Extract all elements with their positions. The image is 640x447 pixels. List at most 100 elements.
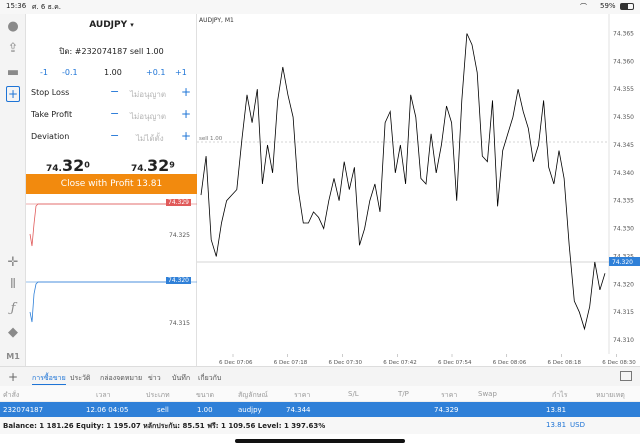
tab-journal[interactable]: บันทึก — [172, 373, 190, 384]
function-icon[interactable]: ƒ — [4, 300, 22, 318]
position-open-price: 74.344 — [286, 406, 311, 414]
position-profit: 13.81 — [546, 406, 567, 414]
col-current-price: ราคา — [441, 391, 458, 399]
symbol-name: AUDJPY — [89, 20, 128, 30]
vol-minus-0.1-button[interactable]: -0.1 — [62, 68, 78, 77]
symbol-selector[interactable]: AUDJPY ▾ — [26, 20, 197, 30]
current-price-label: 74.320 — [612, 259, 633, 266]
balance-bar: Balance: 1 181.26 Equity: 1 195.07 หลักป… — [0, 417, 640, 434]
share-icon[interactable]: ⇪ — [4, 40, 22, 58]
positions-header: คำสั่ง เวลา ประเภท ขนาด สัญลักษณ์ ราคา S… — [0, 386, 640, 402]
y-tick-label: 74.335 — [613, 198, 634, 205]
home-indicator — [235, 439, 405, 443]
tab-mailbox[interactable]: กล่องจดหมาย — [100, 373, 142, 384]
vol-plus-0.1-button[interactable]: +0.1 — [146, 68, 165, 77]
bid-trace — [29, 281, 166, 323]
deviation-minus-button[interactable]: − — [110, 129, 119, 142]
new-order-icon[interactable]: + — [6, 86, 20, 102]
order-level-label: sell 1.00 — [199, 136, 223, 142]
price-chart[interactable]: AUDJPY, M1 sell 1.00 74.365 74.360 74.355 7… — [197, 14, 640, 366]
position-size: 1.00 — [197, 406, 213, 414]
timeframe-button[interactable]: M1 — [4, 348, 22, 366]
volume-value[interactable]: 1.00 — [104, 68, 122, 77]
take-profit-value[interactable]: ไม่อนุญาต — [130, 110, 166, 123]
y-tick-label: 74.340 — [613, 170, 634, 177]
deviation-value[interactable]: ไม่ได้ตั้ง — [136, 132, 164, 145]
deviation-row: Deviation − ไม่ได้ตั้ง + — [26, 129, 197, 148]
ask-price: 74.329 — [131, 156, 175, 175]
stop-loss-value[interactable]: ไม่อนุญาต — [130, 88, 166, 101]
chart-title: AUDJPY, M1 — [199, 17, 234, 24]
order-panel: AUDJPY ▾ ปิด: #232074187 sell 1.00 -1 -0… — [26, 14, 197, 194]
y-tick-label: 74.365 — [613, 31, 634, 38]
wifi-icon: ⌒ — [580, 3, 587, 11]
take-profit-row: Take Profit − ไม่อนุญาต + — [26, 107, 197, 126]
take-profit-plus-button[interactable]: + — [181, 107, 191, 121]
col-price: ราคา — [294, 391, 311, 399]
col-time: เวลา — [96, 391, 111, 399]
position-current-price: 74.329 — [434, 406, 459, 414]
col-type: ประเภท — [146, 391, 170, 399]
y-tick-label: 74.360 — [613, 58, 634, 65]
candles-icon[interactable]: ⫴ — [4, 276, 22, 294]
chat-icon[interactable]: ▬ — [4, 64, 22, 82]
y-tick-label: 74.350 — [613, 114, 634, 121]
tab-news[interactable]: ข่าว — [148, 373, 161, 384]
position-ticket: 232074187 — [3, 406, 44, 414]
person-icon[interactable]: ● — [4, 18, 22, 36]
clock: 15:36 — [6, 2, 27, 10]
volume-row: -1 -0.1 1.00 +0.1 +1 — [26, 68, 197, 80]
bid-price-label: 74.320 — [166, 277, 191, 284]
tab-history[interactable]: ประวัติ — [70, 373, 90, 384]
y-tick-label: 74.345 — [613, 142, 634, 149]
position-type: sell — [157, 406, 169, 414]
y-tick-label: 74.310 — [613, 337, 634, 344]
tab-about[interactable]: เกี่ยวกับ — [198, 373, 221, 384]
col-swap: Swap — [478, 390, 497, 398]
battery-icon — [620, 3, 634, 10]
ask-trace — [29, 203, 166, 247]
stop-loss-plus-button[interactable]: + — [181, 85, 191, 99]
tick-label: 74.315 — [169, 320, 190, 327]
price-series-line — [200, 33, 606, 331]
take-profit-label: Take Profit — [31, 110, 73, 119]
position-row[interactable]: 232074187 12.06 04:05 sell 1.00 audjpy 7… — [0, 402, 640, 417]
col-tp: T/P — [398, 390, 409, 398]
status-bar: 15:36 ศ. 6 ธ.ค. ⌒ 59% — [0, 0, 640, 14]
add-button[interactable]: + — [8, 370, 18, 384]
crosshair-icon[interactable]: ✛ — [4, 254, 22, 272]
position-symbol: audjpy — [238, 406, 262, 414]
take-profit-minus-button[interactable]: − — [110, 107, 119, 120]
col-sl: S/L — [348, 390, 359, 398]
deviation-plus-button[interactable]: + — [181, 129, 191, 143]
col-order: คำสั่ง — [3, 391, 20, 399]
position-time: 12.06 04:05 — [86, 406, 129, 414]
chevron-down-icon: ▾ — [130, 21, 134, 29]
battery-text: 59% — [600, 2, 616, 10]
quote-row: 74.320 74.329 — [26, 150, 197, 175]
bid-price: 74.320 — [46, 156, 90, 175]
objects-icon[interactable]: ◆ — [4, 324, 22, 342]
left-toolbar: ● ⇪ ▬ + ✛ ⫴ ƒ ◆ M1 — [0, 14, 26, 366]
balance-summary: Balance: 1 181.26 Equity: 1 195.07 หลักป… — [3, 422, 326, 430]
ask-price-label: 74.329 — [166, 199, 191, 206]
y-tick-label: 74.330 — [613, 226, 634, 233]
order-title: ปิด: #232074187 sell 1.00 — [59, 47, 164, 56]
price-chart-svg: AUDJPY, M1 sell 1.00 74.365 74.360 74.355 7… — [197, 14, 640, 366]
stop-loss-minus-button[interactable]: − — [110, 85, 119, 98]
tick-chart: 74.329 74.325 74.320 74.315 — [26, 194, 197, 366]
stop-loss-label: Stop Loss — [31, 88, 70, 97]
stop-loss-row: Stop Loss − ไม่อนุญาต + — [26, 85, 197, 104]
deviation-label: Deviation — [31, 132, 70, 141]
y-tick-label: 74.355 — [613, 86, 634, 93]
layout-icon[interactable] — [620, 371, 632, 381]
y-tick-label: 74.315 — [613, 309, 634, 316]
tab-trade[interactable]: การซื้อขาย — [32, 373, 66, 385]
col-size: ขนาด — [196, 391, 215, 399]
balance-profit: 13.81 — [546, 421, 567, 429]
terminal-tabs: + การซื้อขาย ประวัติ กล่องจดหมาย ข่าว บั… — [0, 366, 640, 386]
close-with-profit-button[interactable]: Close with Profit 13.81 — [26, 174, 197, 194]
vol-plus-1-button[interactable]: +1 — [175, 68, 187, 77]
col-profit: กำไร — [552, 391, 568, 399]
vol-minus-1-button[interactable]: -1 — [40, 68, 48, 77]
